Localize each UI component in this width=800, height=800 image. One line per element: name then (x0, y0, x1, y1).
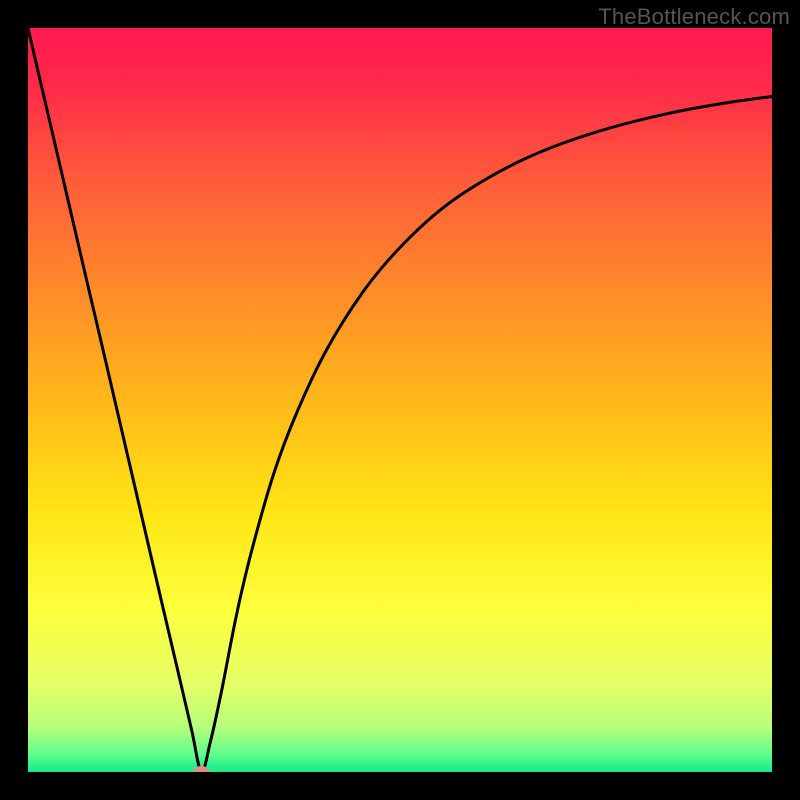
chart-frame (28, 28, 772, 772)
watermark-text: TheBottleneck.com (598, 4, 790, 30)
bottleneck-chart (28, 28, 772, 772)
gradient-background (28, 28, 772, 772)
